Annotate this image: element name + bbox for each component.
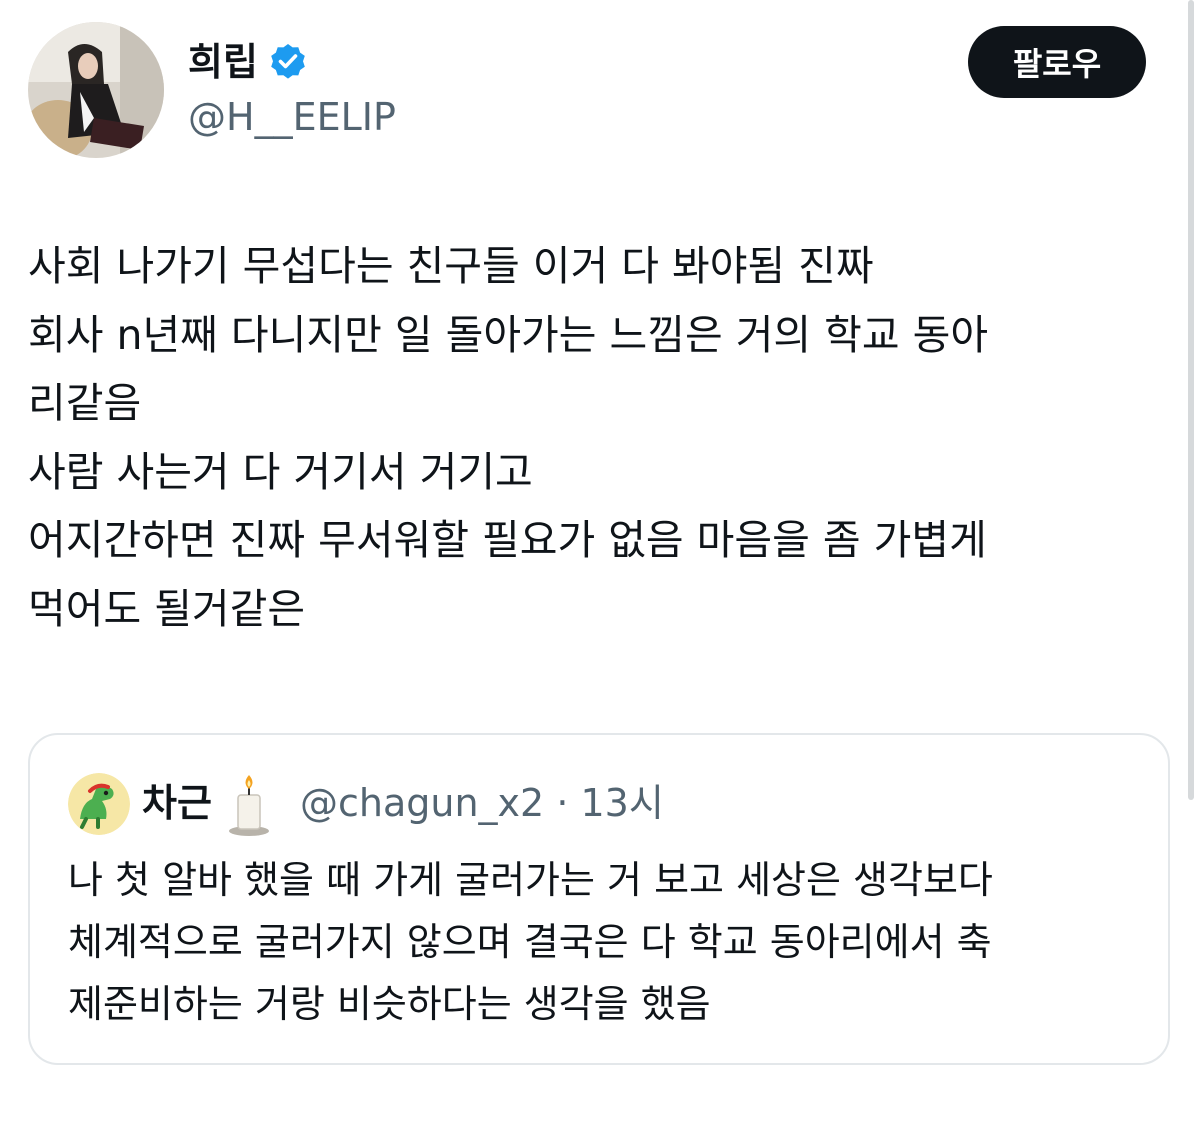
tweet-line: 회사 n년째 다니지만 일 돌아가는 느낌은 거의 학교 동아: [28, 310, 989, 359]
author-name-row[interactable]: 희립: [188, 34, 308, 90]
tweet-line: 리같음: [28, 379, 142, 427]
author-avatar[interactable]: [28, 22, 164, 158]
quoted-tweet-card[interactable]: 차근 @chagun_x2 · 13시 나 첫 알바 했을 때 가게 굴러가는 …: [28, 733, 1170, 1065]
quote-meta: @chagun_x2 · 13시: [300, 777, 664, 829]
quote-line: 체계적으로 굴러가지 않으며 결국은 다 학교 동아리에서 축: [68, 920, 992, 964]
follow-button[interactable]: 팔로우: [968, 26, 1146, 98]
quote-author-handle[interactable]: @chagun_x2: [300, 781, 544, 825]
candle-icon: [229, 775, 269, 836]
tweet-line: 사회 나가기 무섭다는 친구들 이거 다 봐야됨 진짜: [28, 242, 874, 290]
tweet-line: 어지간하면 진짜 무서워할 필요가 없음 마음을 좀 가볍게: [28, 516, 987, 564]
tweet-line: 사람 사는거 다 거기서 거기고: [28, 447, 533, 496]
author-handle[interactable]: @H__EELIP: [188, 92, 396, 142]
quote-timestamp[interactable]: 13시: [581, 781, 664, 825]
tweet-text: 사회 나가기 무섭다는 친구들 이거 다 봐야됨 진짜 회사 n년째 다니지만 …: [28, 232, 1178, 643]
meta-separator: ·: [556, 781, 569, 825]
quoted-tweet-text: 나 첫 알바 했을 때 가게 굴러가는 거 보고 세상은 생각보다 체계적으로 …: [68, 849, 1148, 1035]
verified-badge-icon: [271, 44, 305, 79]
quote-line: 제준비하는 거랑 비슷하다는 생각을 했음: [68, 982, 711, 1026]
tweet-line: 먹어도 될거같은: [28, 584, 306, 633]
quote-line: 나 첫 알바 했을 때 가게 굴러가는 거 보고 세상은 생각보다: [68, 858, 993, 902]
quote-author-name[interactable]: 차근: [142, 777, 212, 829]
quote-author-avatar[interactable]: [68, 773, 130, 835]
scrollbar[interactable]: [1188, 0, 1194, 800]
author-display-name[interactable]: 희립: [188, 43, 258, 81]
